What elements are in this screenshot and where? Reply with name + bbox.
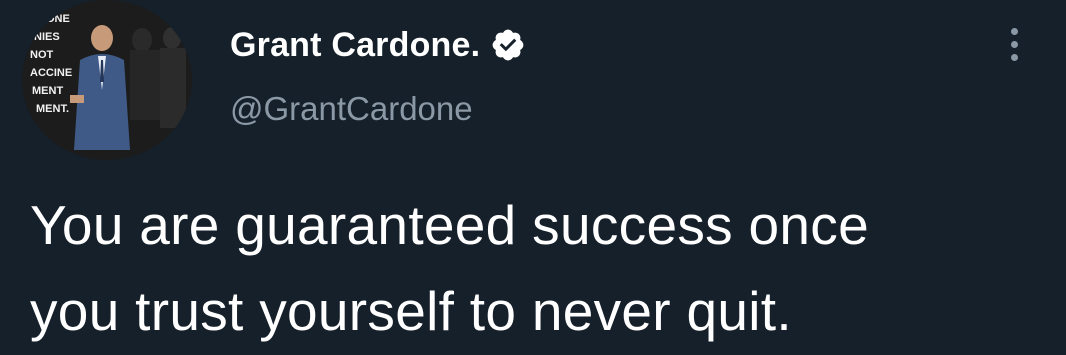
- tweet-text-line: You are guaranteed success once: [30, 194, 869, 256]
- avatar-overlay-line-4: ACCINE: [30, 67, 72, 79]
- tweet-text-line: you trust yourself to never quit.: [30, 280, 792, 342]
- avatar-overlay-line-1: DONE: [38, 13, 70, 25]
- verified-badge-icon: [492, 29, 524, 61]
- display-name[interactable]: Grant Cardone.: [230, 26, 480, 65]
- more-vertical-icon: [1010, 27, 1018, 35]
- tweet-card: DONE NIES NOT ACCINE MENT MENT. Grant Ca…: [0, 0, 1066, 355]
- user-handle[interactable]: @GrantCardone: [230, 90, 473, 128]
- author-name-row[interactable]: Grant Cardone.: [230, 22, 526, 68]
- tweet-text: You are guaranteed success once you trus…: [30, 182, 1040, 354]
- avatar-overlay-line-3: NOT: [30, 49, 54, 61]
- avatar-overlay-line-2: NIES: [34, 31, 60, 43]
- avatar-overlay-line-6: MENT.: [36, 103, 69, 115]
- avatar-overlay-line-5: MENT: [32, 85, 63, 97]
- more-options-button[interactable]: [996, 20, 1032, 68]
- more-vertical-icon: [1010, 53, 1018, 61]
- avatar[interactable]: DONE NIES NOT ACCINE MENT MENT.: [22, 0, 192, 160]
- more-vertical-icon: [1010, 40, 1018, 48]
